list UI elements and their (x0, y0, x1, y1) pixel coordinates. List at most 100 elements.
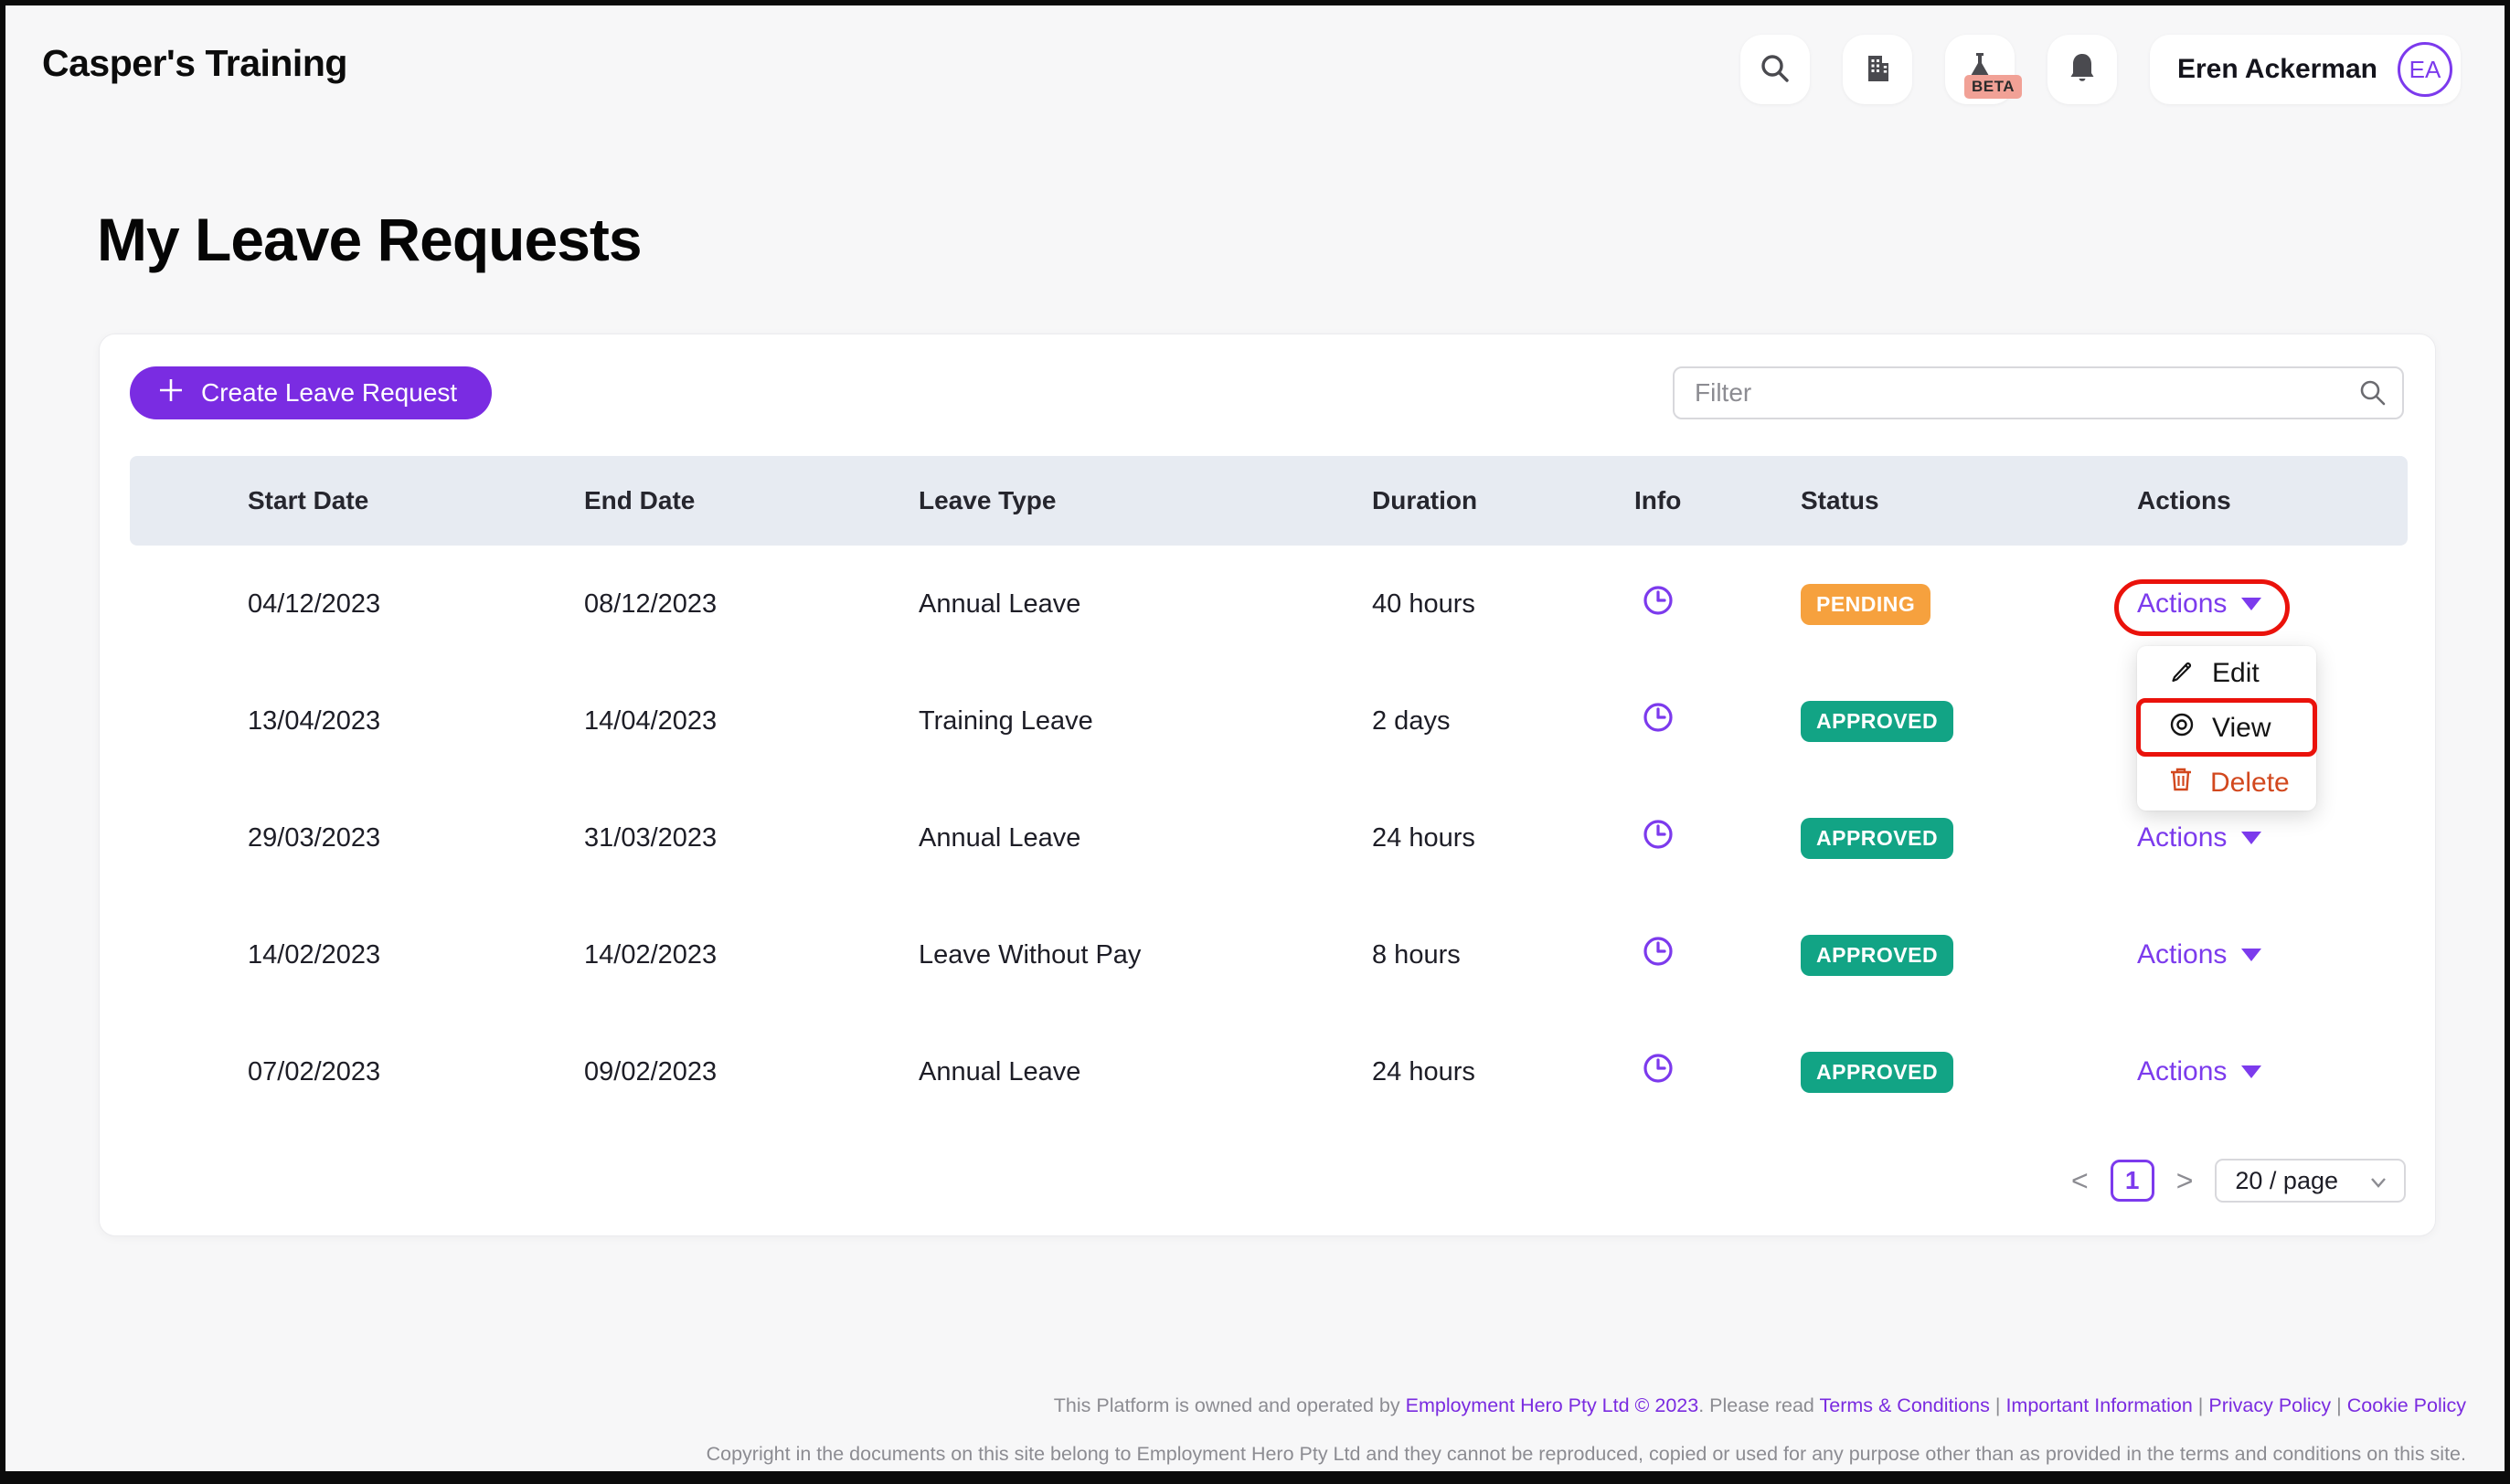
duration-cell: 8 hours (1372, 940, 1634, 970)
page-title: My Leave Requests (97, 205, 642, 274)
app-title: Casper's Training (42, 42, 347, 85)
dropdown-item-edit[interactable]: Edit (2137, 646, 2316, 701)
leave-type-cell: Annual Leave (919, 1057, 1372, 1087)
pagination: < 1 > 20 / page (2071, 1159, 2406, 1203)
current-page-button[interactable]: 1 (2111, 1160, 2154, 1202)
beta-badge: BETA (1964, 75, 2022, 99)
duration-cell: 40 hours (1372, 589, 1634, 620)
caret-down-icon (2241, 1065, 2261, 1078)
labs-button[interactable]: BETA (1945, 35, 2015, 104)
caret-down-icon (2241, 949, 2261, 961)
footer-link-company[interactable]: Employment Hero Pty Ltd © 2023 (1406, 1394, 1699, 1416)
actions-dropdown-button[interactable]: Actions (2137, 588, 2261, 620)
table-body: 04/12/2023 08/12/2023 Annual Leave 40 ho… (130, 546, 2408, 1130)
col-end-date: End Date (584, 486, 919, 515)
col-status: Status (1801, 486, 2137, 515)
leave-type-cell: Annual Leave (919, 823, 1372, 853)
filter-search-icon (2358, 378, 2388, 412)
status-badge: APPROVED (1801, 701, 1953, 742)
search-icon (1760, 53, 1791, 87)
leave-requests-table: Start Date End Date Leave Type Duration … (130, 456, 2408, 1130)
eye-icon (2168, 711, 2196, 746)
caret-down-icon (2241, 598, 2261, 610)
actions-dropdown-button[interactable]: Actions (2137, 822, 2261, 853)
actions-dropdown-menu: Edit View Delete (2137, 646, 2316, 811)
end-date-cell: 09/02/2023 (584, 1057, 919, 1087)
footer-link-privacy[interactable]: Privacy Policy (2208, 1394, 2331, 1416)
notifications-bell-icon (2067, 51, 2098, 89)
notifications-button[interactable] (2047, 35, 2117, 104)
clock-info-icon[interactable] (1642, 701, 1675, 734)
app-window: Casper's Training (0, 0, 2510, 1484)
end-date-cell: 08/12/2023 (584, 589, 919, 620)
start-date-cell: 13/04/2023 (248, 706, 584, 737)
end-date-cell: 14/04/2023 (584, 706, 919, 737)
duration-cell: 2 days (1372, 706, 1634, 737)
leave-requests-card: Create Leave Request Start Date End Date… (99, 334, 2436, 1236)
duration-cell: 24 hours (1372, 823, 1634, 853)
search-button[interactable] (1740, 35, 1810, 104)
footer-line-2: Copyright in the documents on this site … (707, 1430, 2466, 1479)
page-size-select[interactable]: 20 / page (2215, 1159, 2406, 1203)
clock-info-icon[interactable] (1642, 584, 1675, 617)
clock-info-icon[interactable] (1642, 818, 1675, 851)
filter-input[interactable] (1673, 366, 2404, 419)
status-badge: APPROVED (1801, 1052, 1953, 1093)
footer-link-important-info[interactable]: Important Information (2005, 1394, 2192, 1416)
leave-type-cell: Annual Leave (919, 589, 1372, 620)
page-size-value: 20 / page (2235, 1167, 2338, 1195)
table-row: 14/02/2023 14/02/2023 Leave Without Pay … (130, 896, 2408, 1013)
clock-info-icon[interactable] (1642, 1052, 1675, 1085)
caret-down-icon (2241, 832, 2261, 844)
table-row: 13/04/2023 14/04/2023 Training Leave 2 d… (130, 662, 2408, 779)
footer-link-terms[interactable]: Terms & Conditions (1819, 1394, 1989, 1416)
create-leave-request-button[interactable]: Create Leave Request (130, 366, 492, 419)
dropdown-item-delete[interactable]: Delete (2137, 756, 2316, 811)
avatar: EA (2398, 42, 2452, 97)
start-date-cell: 29/03/2023 (248, 823, 584, 853)
start-date-cell: 04/12/2023 (248, 589, 584, 620)
footer-line-1: This Platform is owned and operated by E… (707, 1382, 2466, 1430)
col-start-date: Start Date (248, 486, 584, 515)
footer-text: This Platform is owned and operated by (1054, 1394, 1406, 1416)
chevron-down-icon (2369, 1167, 2388, 1195)
actions-dropdown-button[interactable]: Actions (2137, 939, 2261, 970)
leave-type-cell: Training Leave (919, 706, 1372, 737)
footer-separator: | (2336, 1394, 2342, 1416)
company-button[interactable] (1843, 35, 1912, 104)
table-row: 04/12/2023 08/12/2023 Annual Leave 40 ho… (130, 546, 2408, 662)
col-info: Info (1634, 486, 1801, 515)
prev-page-button[interactable]: < (2071, 1166, 2089, 1195)
footer-separator: | (2198, 1394, 2204, 1416)
table-row: 07/02/2023 09/02/2023 Annual Leave 24 ho… (130, 1013, 2408, 1130)
footer-separator: | (1995, 1394, 2001, 1416)
trash-icon (2168, 766, 2194, 800)
user-menu[interactable]: Eren Ackerman EA (2150, 35, 2461, 104)
table-row: 29/03/2023 31/03/2023 Annual Leave 24 ho… (130, 779, 2408, 896)
footer-text: . Please read (1698, 1394, 1819, 1416)
end-date-cell: 31/03/2023 (584, 823, 919, 853)
user-name: Eren Ackerman (2177, 54, 2377, 85)
clock-info-icon[interactable] (1642, 935, 1675, 968)
company-building-icon (1861, 52, 1894, 88)
col-duration: Duration (1372, 486, 1634, 515)
status-badge: PENDING (1801, 584, 1930, 625)
plus-icon (157, 376, 185, 410)
start-date-cell: 14/02/2023 (248, 940, 584, 970)
col-leave-type: Leave Type (919, 486, 1372, 515)
status-badge: APPROVED (1801, 818, 1953, 859)
leave-type-cell: Leave Without Pay (919, 940, 1372, 970)
footer: This Platform is owned and operated by E… (707, 1382, 2466, 1479)
topbar-actions: BETA Eren Ackerman EA (1740, 35, 2461, 104)
pencil-icon (2168, 656, 2196, 691)
next-page-button[interactable]: > (2176, 1166, 2194, 1195)
start-date-cell: 07/02/2023 (248, 1057, 584, 1087)
create-leave-request-label: Create Leave Request (201, 378, 457, 408)
footer-link-cookie[interactable]: Cookie Policy (2347, 1394, 2466, 1416)
status-badge: APPROVED (1801, 935, 1953, 976)
actions-dropdown-button[interactable]: Actions (2137, 1056, 2261, 1087)
end-date-cell: 14/02/2023 (584, 940, 919, 970)
filter-field (1673, 366, 2404, 419)
duration-cell: 24 hours (1372, 1057, 1634, 1087)
dropdown-item-view[interactable]: View (2137, 701, 2316, 756)
